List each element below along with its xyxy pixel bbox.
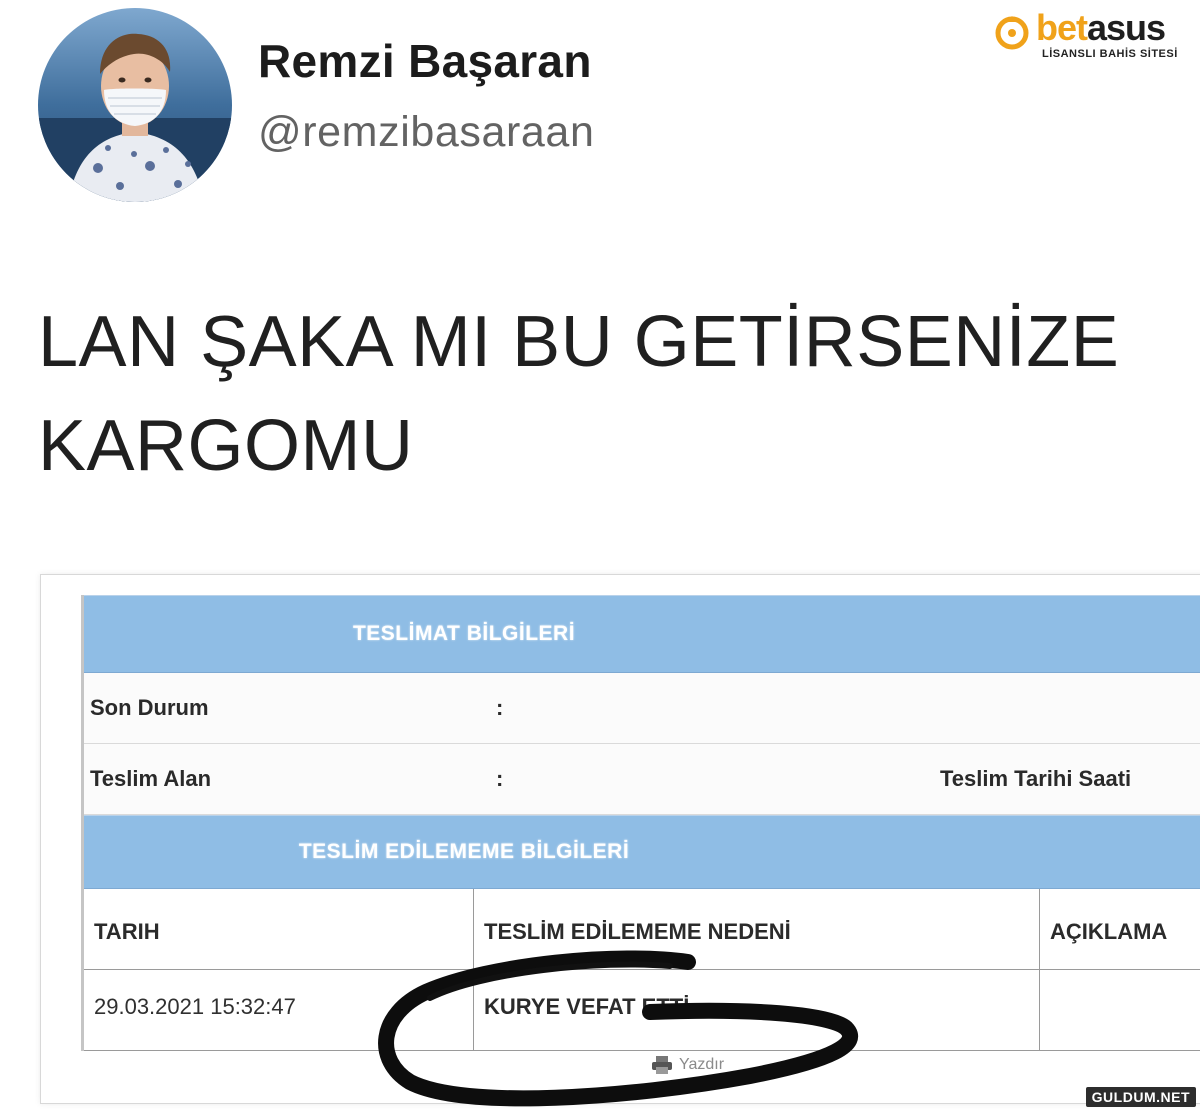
table-cell: 29.03.2021 15:32:47 [84,970,474,1051]
display-name[interactable]: Remzi Başaran [258,34,592,88]
delivery-info-title: TESLİMAT BİLGİLERİ [352,622,576,645]
failure-info-header: TESLİM EDİLEMEME BİLGİLERİ [84,815,1200,889]
printer-icon [652,1056,672,1074]
user-handle[interactable]: @remzibasaraan [258,108,594,157]
logo-wordmark: betasus [1036,7,1166,48]
print-label: Yazdır [679,1056,725,1073]
column-header-date: TARIH [94,919,160,944]
status-label: Son Durum [90,695,209,720]
cargo-tracking-table: TESLİMAT BİLGİLERİ Son Durum : Teslim Al… [81,595,1200,1051]
status-separator: : [496,695,504,720]
column-header-cell: TESLİM EDİLEMEME NEDENİ [474,889,1040,970]
failure-date: 29.03.2021 15:32:47 [94,994,296,1019]
table-cell: KURYE VEFAT ETTİ [474,970,1040,1051]
print-link[interactable]: Yazdır [651,1055,724,1075]
cargo-tracking-screenshot: TESLİMAT BİLGİLERİ Son Durum : Teslim Al… [40,574,1200,1104]
column-header-reason: TESLİM EDİLEMEME NEDENİ [484,919,791,944]
tweet-text-line-1: LAN ŞAKA MI BU GETİRSENİZE [38,302,1120,382]
column-header-cell: AÇIKLAMA [1040,889,1200,970]
delivery-info-header: TESLİMAT BİLGİLERİ [84,595,1200,673]
tweet-text: LAN ŞAKA MI BU GETİRSENİZE KARGOMU [38,290,1158,498]
receiver-row: Teslim Alan : Teslim Tarihi Saati [84,744,1200,815]
tweet-text-line-2: KARGOMU [38,406,414,486]
avatar-photo [38,8,232,202]
failure-reason: KURYE VEFAT ETTİ [484,994,690,1019]
column-header-note: AÇIKLAMA [1050,919,1168,944]
avatar[interactable] [38,8,232,202]
failure-info-title: TESLİM EDİLEMEME BİLGİLERİ [298,840,630,863]
status-row: Son Durum : [84,673,1200,744]
site-watermark: GULDUM.NET [1085,1087,1196,1107]
logo-tagline: LİSANSLI BAHİS SİTESİ [1042,48,1178,60]
betasus-logo: betasus LİSANSLI BAHİS SİTESİ [990,6,1196,62]
receiver-separator: : [496,766,504,791]
delivery-datetime-label: Teslim Tarihi Saati [940,766,1132,791]
column-header-cell: TARIH [84,889,474,970]
logo-ring-icon [995,16,1029,50]
table-cell [1040,970,1200,1051]
failure-grid: TARIH TESLİM EDİLEMEME NEDENİ AÇIKLAMA 2… [84,889,1200,1051]
receiver-label: Teslim Alan [90,766,212,791]
